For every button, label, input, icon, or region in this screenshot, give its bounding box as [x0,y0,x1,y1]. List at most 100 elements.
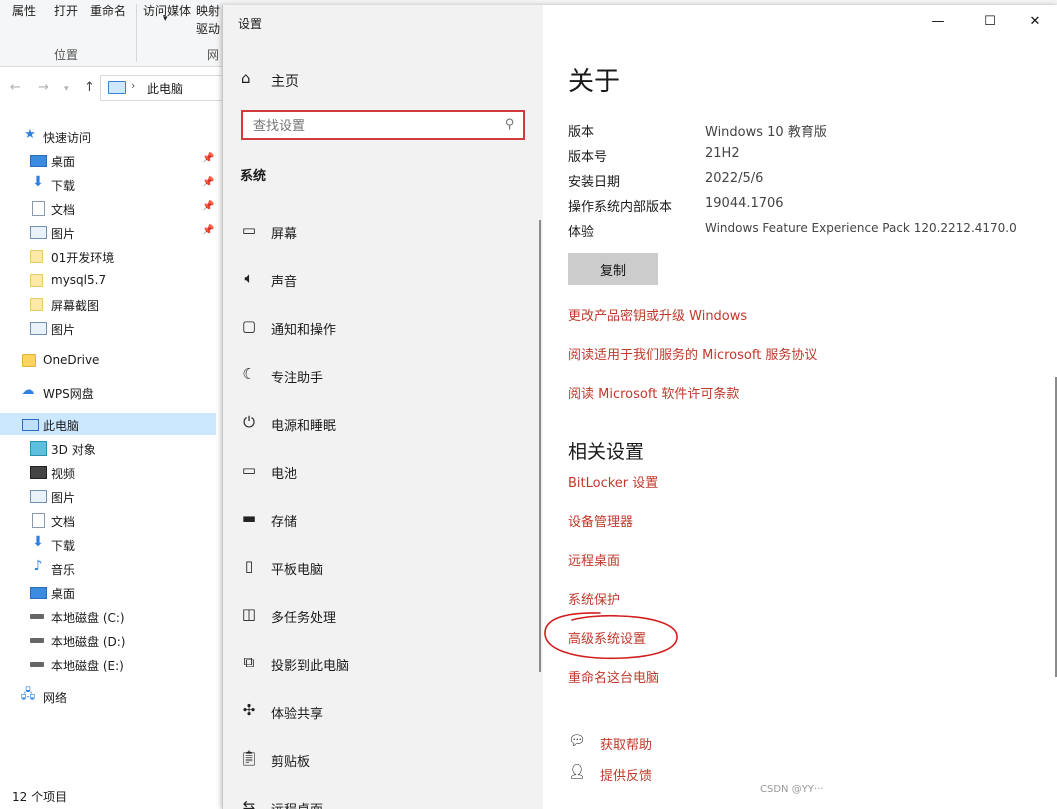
clipboard-icon: 📋︎ [239,749,259,767]
properties-button[interactable]: 属性 [12,2,36,19]
star-icon: ★ [24,127,36,142]
nav-network[interactable]: 🖧 网络 [0,685,216,707]
menu-item-clipboard[interactable]: 📋︎ 剪贴板 [237,743,527,775]
menu-item-tablet[interactable]: ▯ 平板电脑 [237,551,527,583]
nav-pc-item[interactable]: 本地磁盘 (E:) [0,653,216,675]
search-icon[interactable]: ⚲ [505,117,515,132]
rename-button[interactable]: 重命名 [90,2,126,19]
back-arrow-icon[interactable]: ← [10,80,21,95]
nav-pc-item[interactable]: ♪ 音乐 [0,557,216,579]
nav-quick-item[interactable]: ⬇ 下载 📌 [0,173,216,195]
battery-icon: ▭ [241,461,257,479]
nav-onedrive[interactable]: OneDrive [0,349,216,371]
address-path: 此电脑 [147,82,184,96]
menu-label: 体验共享 [271,707,324,722]
menu-label: 远程桌面 [271,799,323,809]
menu-item-storage[interactable]: ▬ 存储 [237,503,527,535]
menu-item-project[interactable]: ⧉ 投影到此电脑 [237,647,527,679]
menu-item-display[interactable]: ▭ 屏幕 [237,215,527,247]
pin-icon[interactable]: 📌 [202,177,214,188]
document-icon [32,201,45,216]
menu-item-focus[interactable]: ☾ 专注助手 [237,359,527,391]
about-content: — ☐ ✕ 关于 版本 Windows 10 教育版 版本号 21H2 安装日期… [543,5,1057,809]
link-change-product-key[interactable]: 更改产品密钥或升级 Windows [568,305,747,324]
nav-label: 本地磁盘 (E:) [51,659,124,673]
menu-label: 存储 [271,515,298,530]
copy-button[interactable]: 复制 [568,253,658,285]
address-bar[interactable]: › 此电脑 [100,75,227,101]
download-icon: ⬇ [32,534,44,550]
nav-pc-item[interactable]: 桌面 [0,581,216,603]
computer-icon [22,419,39,431]
link-remote-desktop[interactable]: 远程桌面 [568,550,620,569]
nav-pc-item[interactable]: ⬇ 下载 [0,533,216,555]
nav-quick-item[interactable]: 桌面 📌 [0,149,216,171]
storage-icon: ▬ [241,509,257,527]
maximize-button[interactable]: ☐ [967,10,1013,34]
menu-item-multitask[interactable]: ◫ 多任务处理 [237,599,527,631]
nav-quick-access[interactable]: ★ 快速访问 [0,125,216,147]
map-drive-button[interactable]: 映射 [196,2,220,19]
search-input[interactable] [251,116,495,136]
nav-pc-item[interactable]: 本地磁盘 (D:) [0,629,216,651]
nav-pc-item[interactable]: 3D 对象 [0,437,216,459]
map-drive-button-line2: 驱动 [196,22,221,36]
menu-item-power[interactable]: ⏻ 电源和睡眠 [237,407,527,439]
power-icon: ⏻ [243,413,255,431]
nav-wps[interactable]: ☁ WPS网盘 [0,381,216,403]
recent-dropdown-icon[interactable]: ▾ [64,84,69,94]
link-license-terms[interactable]: 阅读 Microsoft 软件许可条款 [568,383,739,402]
link-service-agreement[interactable]: 阅读适用于我们服务的 Microsoft 服务协议 [568,344,817,363]
nav-pc-item[interactable]: 视频 [0,461,216,483]
drive-icon [30,614,44,619]
moon-icon: ☾ [242,365,256,383]
search-box[interactable]: ⚲ [241,110,525,140]
nav-label: 文档 [51,203,76,217]
up-arrow-icon[interactable]: ↑ [84,80,95,95]
pin-icon[interactable]: 📌 [202,225,214,236]
dropdown-arrow-icon[interactable]: ▾ [163,14,168,24]
computer-icon [108,81,126,94]
nav-quick-item[interactable]: 文档 📌 [0,197,216,219]
share-icon: ✣ [242,701,256,719]
pin-icon[interactable]: 📌 [202,153,214,164]
link-device-manager[interactable]: 设备管理器 [568,511,633,530]
spec-key: 体验 [568,225,595,240]
link-system-protection[interactable]: 系统保护 [568,589,620,608]
link-bitlocker[interactable]: BitLocker 设置 [568,472,658,491]
nav-pc-item[interactable]: 文档 [0,509,216,531]
nav-label: 此电脑 [43,419,80,433]
home-label: 主页 [271,74,299,90]
spec-key: 版本号 [568,150,608,165]
nav-quick-item[interactable]: 屏幕截图 [0,293,216,315]
spec-key: 安装日期 [568,175,621,190]
menu-item-remote[interactable]: ⇆ 远程桌面 [237,791,527,809]
sidebar-scrollbar[interactable] [539,220,541,672]
nav-pc-item[interactable]: 本地磁盘 (C:) [0,605,216,627]
close-button[interactable]: ✕ [1012,10,1057,34]
menu-item-sound[interactable]: 🔈︎ 声音 [237,263,527,295]
nav-pc-item[interactable]: 图片 [0,485,216,507]
link-rename-pc[interactable]: 重命名这台电脑 [568,667,659,686]
home-nav-item[interactable]: ⌂ 主页 [237,67,517,91]
link-feedback[interactable]: 提供反馈 [600,765,652,784]
nav-quick-item[interactable]: 01开发环境 [0,245,216,267]
menu-label: 专注助手 [271,371,324,386]
nav-this-pc[interactable]: 此电脑 [0,413,216,435]
speaker-icon: 🔈︎ [244,269,254,287]
menu-item-share[interactable]: ✣ 体验共享 [237,695,527,727]
download-icon: ⬇ [32,174,44,190]
link-get-help[interactable]: 获取帮助 [600,734,652,753]
menu-item-notifications[interactable]: ▢ 通知和操作 [237,311,527,343]
minimize-button[interactable]: — [915,10,961,34]
nav-label: 图片 [51,227,76,241]
menu-item-battery[interactable]: ▭ 电池 [237,455,527,487]
nav-quick-item[interactable]: mysql5.7 [0,269,216,291]
pin-icon[interactable]: 📌 [202,201,214,212]
nav-label: WPS网盘 [43,387,94,401]
nav-quick-item[interactable]: 图片 [0,317,216,339]
nav-quick-item[interactable]: 图片 📌 [0,221,216,243]
forward-arrow-icon[interactable]: → [38,80,49,95]
spec-value: 19044.1706 [705,196,784,211]
open-button[interactable]: 打开 [54,2,78,19]
